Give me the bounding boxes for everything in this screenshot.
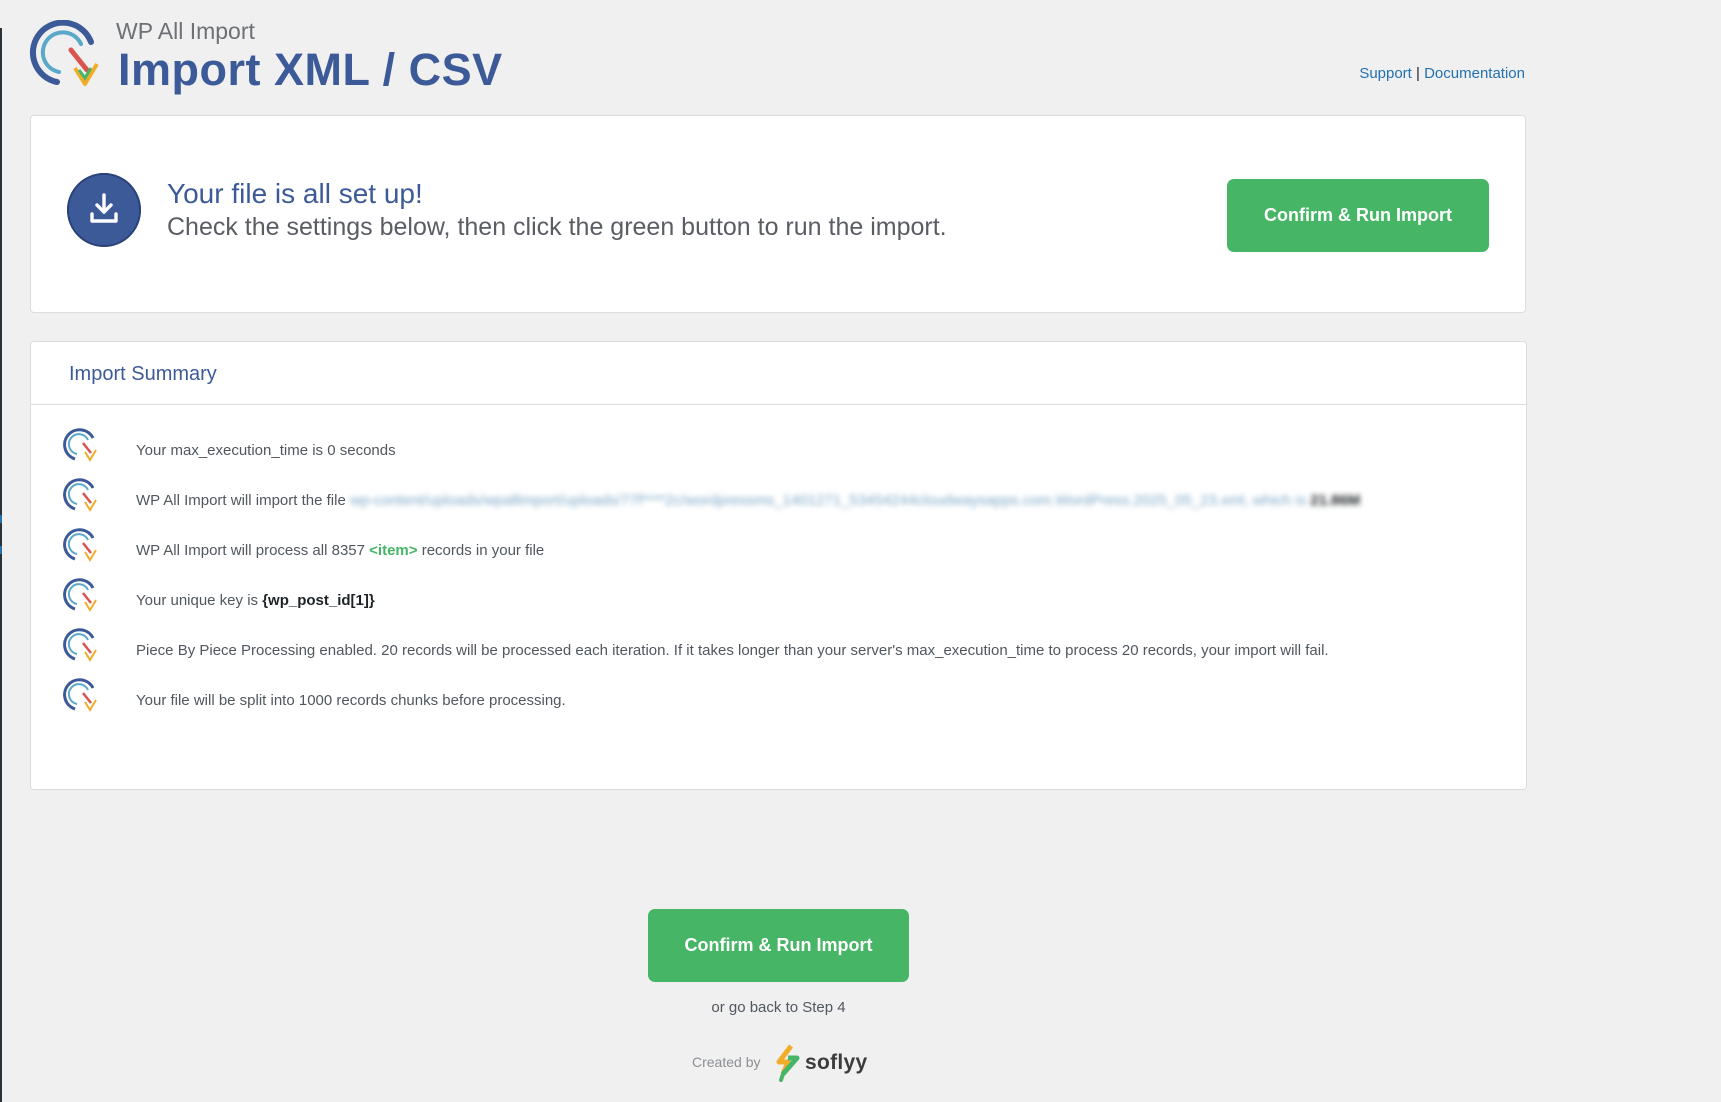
summary-text: WP All Import will import the file wp-co… bbox=[136, 490, 1360, 512]
documentation-link[interactable]: Documentation bbox=[1424, 65, 1525, 82]
support-link[interactable]: Support bbox=[1359, 65, 1412, 82]
summary-text: Piece By Piece Processing enabled. 20 re… bbox=[136, 642, 1329, 659]
file-ready-card: Your file is all set up! Check the setti… bbox=[30, 115, 1526, 313]
back-to-step-link[interactable]: or go back to Step 4 bbox=[0, 999, 1557, 1016]
confirm-run-import-button-bottom[interactable]: Confirm & Run Import bbox=[648, 909, 909, 982]
wp-all-import-bullet-icon bbox=[63, 428, 97, 462]
soflyy-logo[interactable]: soflyy bbox=[775, 1044, 868, 1082]
file-size: 21.86M bbox=[1310, 492, 1361, 509]
summary-text: WP All Import will process all 8357 <ite… bbox=[136, 540, 544, 562]
item-tag: <item> bbox=[369, 542, 418, 559]
wp-all-import-bullet-icon bbox=[63, 528, 97, 562]
summary-text: Your unique key is {wp_post_id[1]} bbox=[136, 590, 375, 612]
import-summary-card: Import Summary Your max_execution_time i… bbox=[30, 341, 1527, 790]
wp-all-import-bullet-icon bbox=[63, 678, 97, 712]
file-path: wp-content/uploads/wpallimport/uploads/7… bbox=[349, 492, 1245, 509]
wp-all-import-logo bbox=[29, 20, 99, 86]
left-edge-marker bbox=[0, 515, 2, 523]
wp-all-import-bullet-icon bbox=[63, 478, 97, 512]
setup-subtitle: Check the settings below, then click the… bbox=[167, 213, 947, 241]
left-edge-marker bbox=[0, 546, 2, 554]
confirm-run-import-button[interactable]: Confirm & Run Import bbox=[1227, 179, 1489, 252]
unique-key-prefix: Your unique key is bbox=[136, 592, 263, 609]
setup-title: Your file is all set up! bbox=[167, 178, 423, 209]
page-title: Import XML / CSV bbox=[118, 44, 503, 95]
soflyy-icon bbox=[776, 1044, 800, 1082]
soflyy-wordmark: soflyy bbox=[805, 1051, 868, 1074]
link-separator: | bbox=[1411, 65, 1425, 82]
wp-all-import-bullet-icon bbox=[63, 578, 97, 612]
import-summary-heading: Import Summary bbox=[31, 342, 1526, 405]
records-suffix: records in your file bbox=[417, 542, 545, 559]
wp-all-import-bullet-icon bbox=[63, 628, 97, 662]
unique-key-value: {wp_post_id[1]} bbox=[262, 592, 375, 609]
left-edge-rule bbox=[0, 28, 2, 1102]
download-icon bbox=[67, 173, 141, 247]
created-by-label: Created by bbox=[692, 1054, 761, 1070]
summary-text: Your max_execution_time is 0 seconds bbox=[136, 442, 396, 459]
brand-name: WP All Import bbox=[116, 18, 255, 44]
records-prefix: WP All Import will process all 8357 bbox=[136, 542, 370, 559]
file-which-is: , which is bbox=[1244, 492, 1311, 509]
file-prefix: WP All Import will import the file bbox=[136, 492, 350, 509]
help-links: Support | Documentation bbox=[1359, 65, 1525, 82]
summary-text: Your file will be split into 1000 record… bbox=[136, 692, 566, 709]
